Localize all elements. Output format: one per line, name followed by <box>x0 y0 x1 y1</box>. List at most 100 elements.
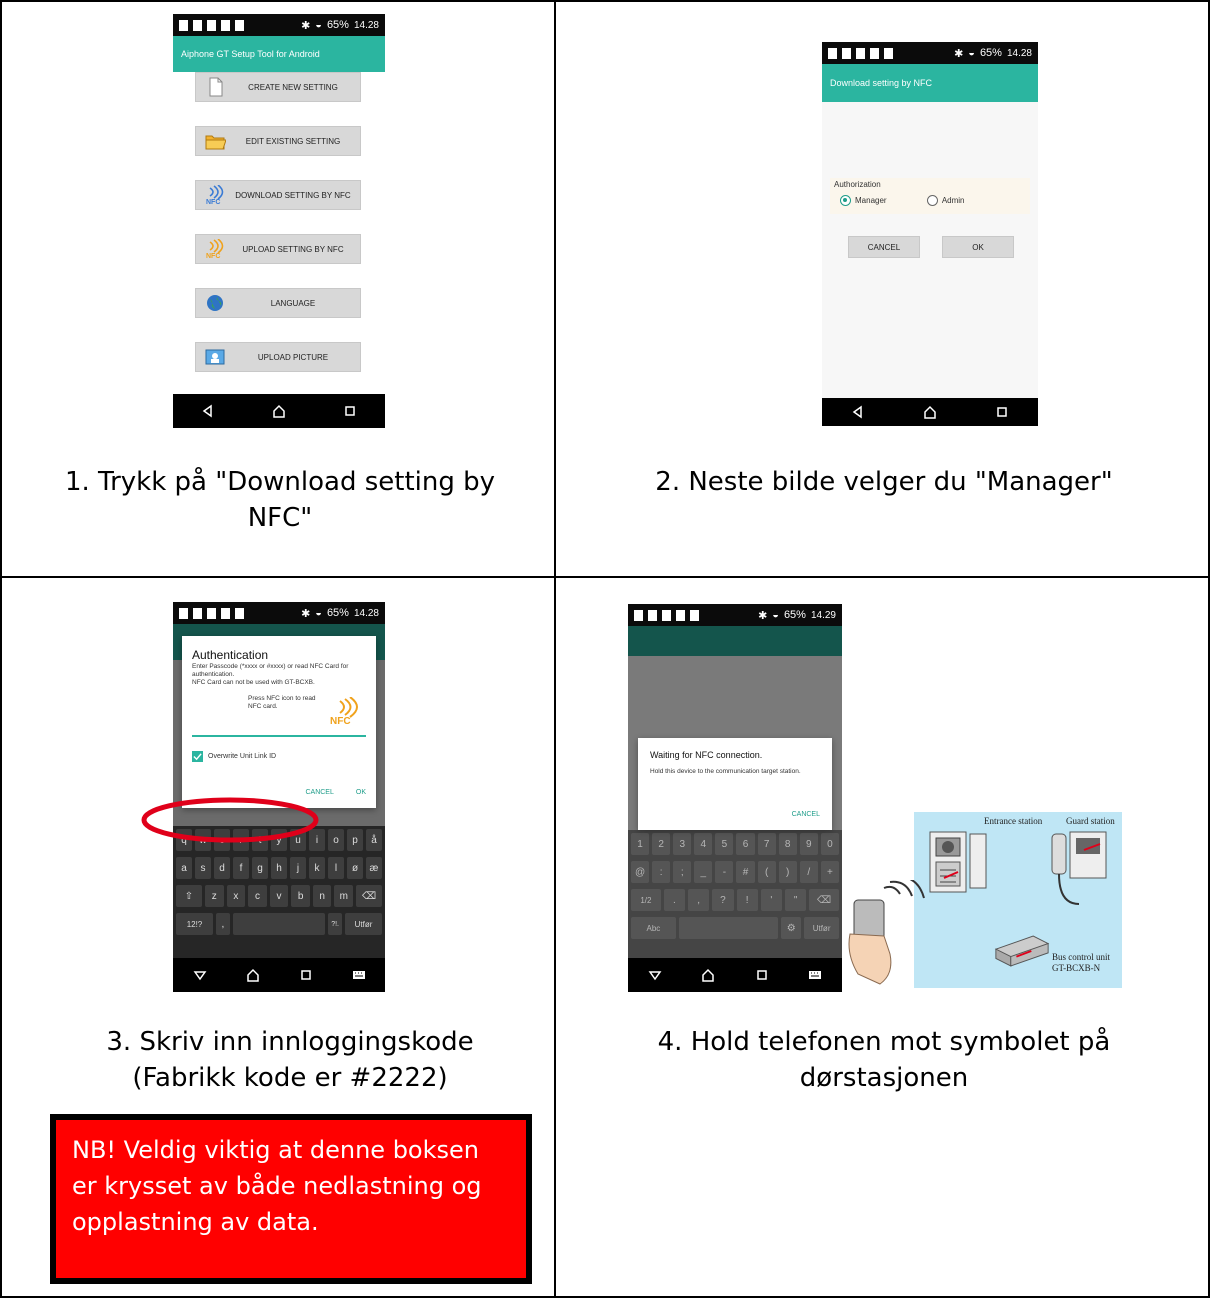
key[interactable]: - <box>715 861 734 883</box>
key[interactable]: ; <box>673 861 692 883</box>
key[interactable]: j <box>290 857 306 879</box>
key[interactable]: ? <box>712 889 734 911</box>
caption-step-1: 1. Trykk på "Download setting by NFC" <box>64 467 496 533</box>
overwrite-unit-link-checkbox[interactable]: Overwrite Unit Link ID <box>192 751 366 762</box>
ok-button[interactable]: OK <box>942 236 1014 258</box>
radio-selected-icon <box>840 195 851 206</box>
recents-icon[interactable] <box>298 967 314 983</box>
backspace-key[interactable]: ⌫ <box>809 889 839 911</box>
passcode-input[interactable] <box>192 735 366 737</box>
svg-text:NFC: NFC <box>206 199 220 205</box>
edit-existing-setting-button[interactable]: EDIT EXISTING SETTING <box>195 126 361 156</box>
nfc-read-icon[interactable]: NFC <box>328 697 358 725</box>
key[interactable]: ! <box>736 889 758 911</box>
recents-icon[interactable] <box>342 403 358 419</box>
key[interactable]: 6 <box>736 833 755 855</box>
key[interactable]: 9 <box>799 833 818 855</box>
back-icon[interactable] <box>850 404 866 420</box>
key[interactable]: " <box>785 889 807 911</box>
key[interactable]: ( <box>757 861 776 883</box>
key[interactable]: c <box>248 885 267 907</box>
hide-keyboard-icon[interactable] <box>647 967 663 983</box>
key[interactable]: p <box>347 829 363 851</box>
key[interactable]: 0 <box>820 833 839 855</box>
key[interactable]: l <box>328 857 344 879</box>
key[interactable]: @ <box>631 861 650 883</box>
key[interactable]: z <box>205 885 224 907</box>
home-icon[interactable] <box>922 404 938 420</box>
period-key[interactable]: ?!. <box>328 913 343 935</box>
manager-radio[interactable]: Manager <box>840 195 887 206</box>
hide-keyboard-icon[interactable] <box>192 967 208 983</box>
keyboard-icon[interactable] <box>351 967 367 983</box>
battery-level: 65% <box>326 19 349 31</box>
key[interactable]: _ <box>694 861 713 883</box>
key[interactable]: 2 <box>652 833 671 855</box>
key[interactable]: a <box>176 857 192 879</box>
key[interactable]: å <box>366 829 382 851</box>
create-new-setting-button[interactable]: CREATE NEW SETTING <box>195 72 361 102</box>
enter-key[interactable]: Utfør <box>345 913 382 935</box>
symbols-key[interactable]: 12!? <box>176 913 213 935</box>
app-title: Download setting by NFC <box>830 78 933 88</box>
phone-screenshot-authorization: ✱ ◒ 65% 14.28 Download setting by NFC Au… <box>822 42 1038 426</box>
key[interactable]: v <box>269 885 289 907</box>
key[interactable]: b <box>291 885 310 907</box>
key[interactable]: g <box>252 857 268 879</box>
cancel-button[interactable]: CANCEL <box>305 789 333 796</box>
home-icon[interactable] <box>245 967 261 983</box>
key[interactable]: / <box>799 861 818 883</box>
space-key[interactable] <box>232 913 326 935</box>
key[interactable]: o <box>328 829 344 851</box>
key[interactable]: k <box>309 857 325 879</box>
key[interactable]: 7 <box>757 833 776 855</box>
language-button[interactable]: LANGUAGE <box>195 288 361 318</box>
recents-icon[interactable] <box>994 404 1010 420</box>
key[interactable]: n <box>312 885 332 907</box>
key[interactable]: ø <box>347 857 363 879</box>
key[interactable]: : <box>652 861 671 883</box>
key[interactable]: x <box>226 885 246 907</box>
key[interactable]: 8 <box>778 833 797 855</box>
keyboard-row-2: @ : ; _ - # ( ) / + <box>628 858 842 886</box>
keyboard-icon[interactable] <box>807 967 823 983</box>
enter-key[interactable]: Utfør <box>804 917 840 939</box>
key[interactable]: æ <box>366 857 382 879</box>
key[interactable]: h <box>271 857 287 879</box>
shift-key[interactable]: ⇧ <box>176 885 202 907</box>
key[interactable]: f <box>233 857 249 879</box>
key[interactable]: 1 <box>631 833 650 855</box>
home-icon[interactable] <box>271 403 287 419</box>
upload-setting-by-nfc-button[interactable]: NFC UPLOAD SETTING BY NFC <box>195 234 361 264</box>
settings-key[interactable]: ⚙ <box>781 917 802 939</box>
key[interactable]: 1/2 <box>631 889 661 911</box>
space-key[interactable] <box>678 917 779 939</box>
key[interactable]: . <box>663 889 685 911</box>
upload-picture-button[interactable]: UPLOAD PICTURE <box>195 342 361 372</box>
authentication-dialog: Authentication Enter Passcode (*xxxx or … <box>182 636 376 808</box>
key[interactable]: , <box>688 889 710 911</box>
key[interactable]: 3 <box>673 833 692 855</box>
key[interactable]: ) <box>778 861 797 883</box>
key[interactable]: 4 <box>694 833 713 855</box>
cancel-button[interactable]: CANCEL <box>792 811 820 818</box>
bluetooth-icon: ✱ <box>758 609 768 622</box>
home-icon[interactable] <box>700 967 716 983</box>
admin-radio[interactable]: Admin <box>926 195 965 206</box>
key[interactable]: ' <box>760 889 782 911</box>
key[interactable]: d <box>214 857 230 879</box>
abc-key[interactable]: Abc <box>631 917 676 939</box>
comma-key[interactable]: , <box>215 913 230 935</box>
key[interactable]: m <box>334 885 354 907</box>
recents-icon[interactable] <box>754 967 770 983</box>
key[interactable]: s <box>195 857 211 879</box>
cancel-button[interactable]: CANCEL <box>848 236 920 258</box>
backspace-key[interactable]: ⌫ <box>356 885 383 907</box>
key[interactable]: + <box>820 861 839 883</box>
ok-button[interactable]: OK <box>356 789 366 796</box>
back-icon[interactable] <box>200 403 216 419</box>
key[interactable]: # <box>736 861 755 883</box>
entrance-station-label: Entrance station <box>984 816 1043 826</box>
download-setting-by-nfc-button[interactable]: NFC DOWNLOAD SETTING BY NFC <box>195 180 361 210</box>
key[interactable]: 5 <box>715 833 734 855</box>
